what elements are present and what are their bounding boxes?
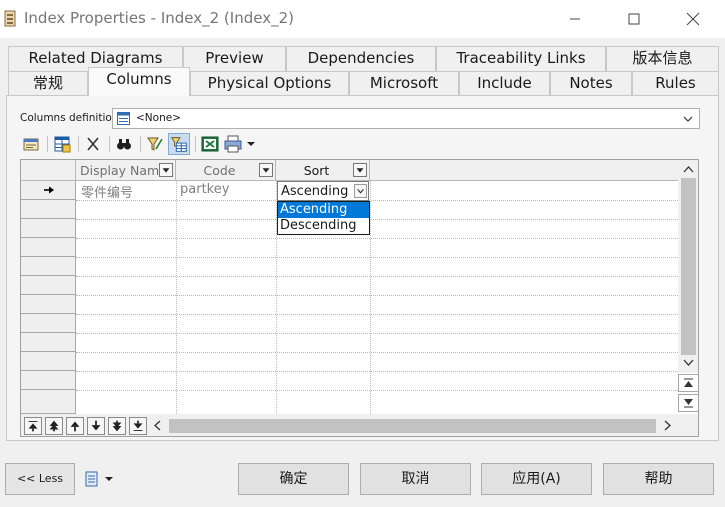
add-columns-icon[interactable] <box>51 133 73 155</box>
list-icon <box>117 112 130 125</box>
row-header[interactable] <box>21 314 76 333</box>
print-icon[interactable] <box>222 133 244 155</box>
close-icon[interactable] <box>682 8 704 30</box>
tab-traceability-links[interactable]: Traceability Links <box>436 46 606 71</box>
tab-microsoft[interactable]: Microsoft <box>349 71 459 96</box>
minimize-icon[interactable] <box>564 8 586 30</box>
row-header[interactable] <box>21 371 76 390</box>
tab-general[interactable]: 常规 <box>8 71 88 96</box>
sort-option-ascending[interactable]: Ascending <box>278 202 369 218</box>
tools-icon <box>85 471 98 487</box>
cell-code[interactable]: partkey <box>180 182 229 200</box>
page-down-icon <box>684 399 693 408</box>
tab-rules[interactable]: Rules <box>632 71 719 96</box>
chevron-down-icon[interactable] <box>683 113 693 125</box>
apply-button[interactable]: 应用(A) <box>481 463 592 495</box>
scroll-up-icon[interactable] <box>683 165 694 173</box>
display-name-filter-icon[interactable] <box>159 163 173 177</box>
print-menu-chevron-icon[interactable] <box>244 133 258 155</box>
current-row-arrow-icon <box>44 186 54 194</box>
row-header[interactable] <box>21 390 76 414</box>
row-header[interactable] <box>21 295 76 314</box>
grid-navigation-bar <box>21 414 698 436</box>
scroll-down-icon[interactable] <box>683 359 694 367</box>
vertical-scrollbar[interactable] <box>678 160 698 373</box>
cell-sort-select[interactable]: Ascending <box>277 181 369 201</box>
scroll-right-icon[interactable] <box>664 420 672 431</box>
page-down-button[interactable] <box>678 394 698 412</box>
chevron-down-icon[interactable] <box>354 184 367 198</box>
columns-grid: Display Nam Code Sort 零件编号 partkey Ascen… <box>20 159 699 437</box>
app-icon <box>4 10 16 27</box>
title-bar: Index Properties - Index_2 (Index_2) <box>0 0 725 38</box>
row-header[interactable] <box>21 276 76 295</box>
row-header[interactable] <box>21 333 76 352</box>
row-header[interactable] <box>21 257 76 276</box>
tab-include[interactable]: Include <box>459 71 550 96</box>
move-up-icon[interactable] <box>66 417 84 435</box>
move-to-bottom-icon[interactable] <box>129 417 147 435</box>
chevron-down-icon <box>105 477 113 481</box>
code-filter-icon[interactable] <box>259 163 273 177</box>
columns-definition-label: Columns definition: <box>20 112 122 124</box>
header-display-name[interactable]: Display Nam <box>76 160 176 181</box>
tab-preview[interactable]: Preview <box>183 46 286 71</box>
move-page-down-icon[interactable] <box>108 417 126 435</box>
move-page-up-icon[interactable] <box>45 417 63 435</box>
scroll-left-icon[interactable] <box>153 420 161 431</box>
filter-icon[interactable] <box>144 133 166 155</box>
page-up-button[interactable] <box>678 374 698 392</box>
excel-export-icon[interactable] <box>199 133 221 155</box>
row-header[interactable] <box>21 219 76 238</box>
ok-button[interactable]: 确定 <box>238 463 349 495</box>
row-header[interactable] <box>21 352 76 371</box>
tab-strip: Related Diagrams Preview Dependencies Tr… <box>0 38 725 96</box>
grid-toolbar <box>20 133 270 155</box>
tab-physical-options[interactable]: Physical Options <box>190 71 349 96</box>
tab-dependencies[interactable]: Dependencies <box>286 46 436 71</box>
tab-columns[interactable]: Columns <box>88 67 190 96</box>
sort-option-descending[interactable]: Descending <box>278 218 369 234</box>
window-title: Index Properties - Index_2 (Index_2) <box>24 9 294 27</box>
header-filler <box>370 160 678 181</box>
find-icon[interactable] <box>113 133 135 155</box>
columns-definition-select[interactable]: <None> <box>112 108 700 129</box>
maximize-icon[interactable] <box>623 8 645 30</box>
customize-columns-icon[interactable] <box>168 133 190 155</box>
tab-version-info[interactable]: 版本信息 <box>606 46 719 71</box>
tools-menu-button[interactable] <box>84 471 116 489</box>
row-header-current[interactable] <box>21 181 76 200</box>
vertical-scroll-thumb[interactable] <box>681 178 696 355</box>
header-sort[interactable]: Sort <box>276 160 370 181</box>
horizontal-scroll-thumb[interactable] <box>169 419 656 433</box>
columns-definition-value: <None> <box>136 112 181 124</box>
header-code[interactable]: Code <box>176 160 276 181</box>
row-header[interactable] <box>21 200 76 219</box>
cancel-button[interactable]: 取消 <box>360 463 471 495</box>
cell-display-name[interactable]: 零件编号 <box>81 182 133 201</box>
delete-icon[interactable] <box>82 133 104 155</box>
page-up-icon <box>684 378 693 387</box>
row-header[interactable] <box>21 238 76 257</box>
tab-notes[interactable]: Notes <box>550 71 632 96</box>
properties-icon[interactable] <box>20 133 42 155</box>
sort-filter-icon[interactable] <box>353 163 367 177</box>
move-down-icon[interactable] <box>87 417 105 435</box>
less-button[interactable]: << Less <box>5 463 75 495</box>
help-button[interactable]: 帮助 <box>603 463 714 495</box>
grid-corner <box>21 160 76 181</box>
move-to-top-icon[interactable] <box>24 417 42 435</box>
sort-value: Ascending <box>281 184 349 199</box>
sort-dropdown-list: Ascending Descending <box>277 201 370 235</box>
